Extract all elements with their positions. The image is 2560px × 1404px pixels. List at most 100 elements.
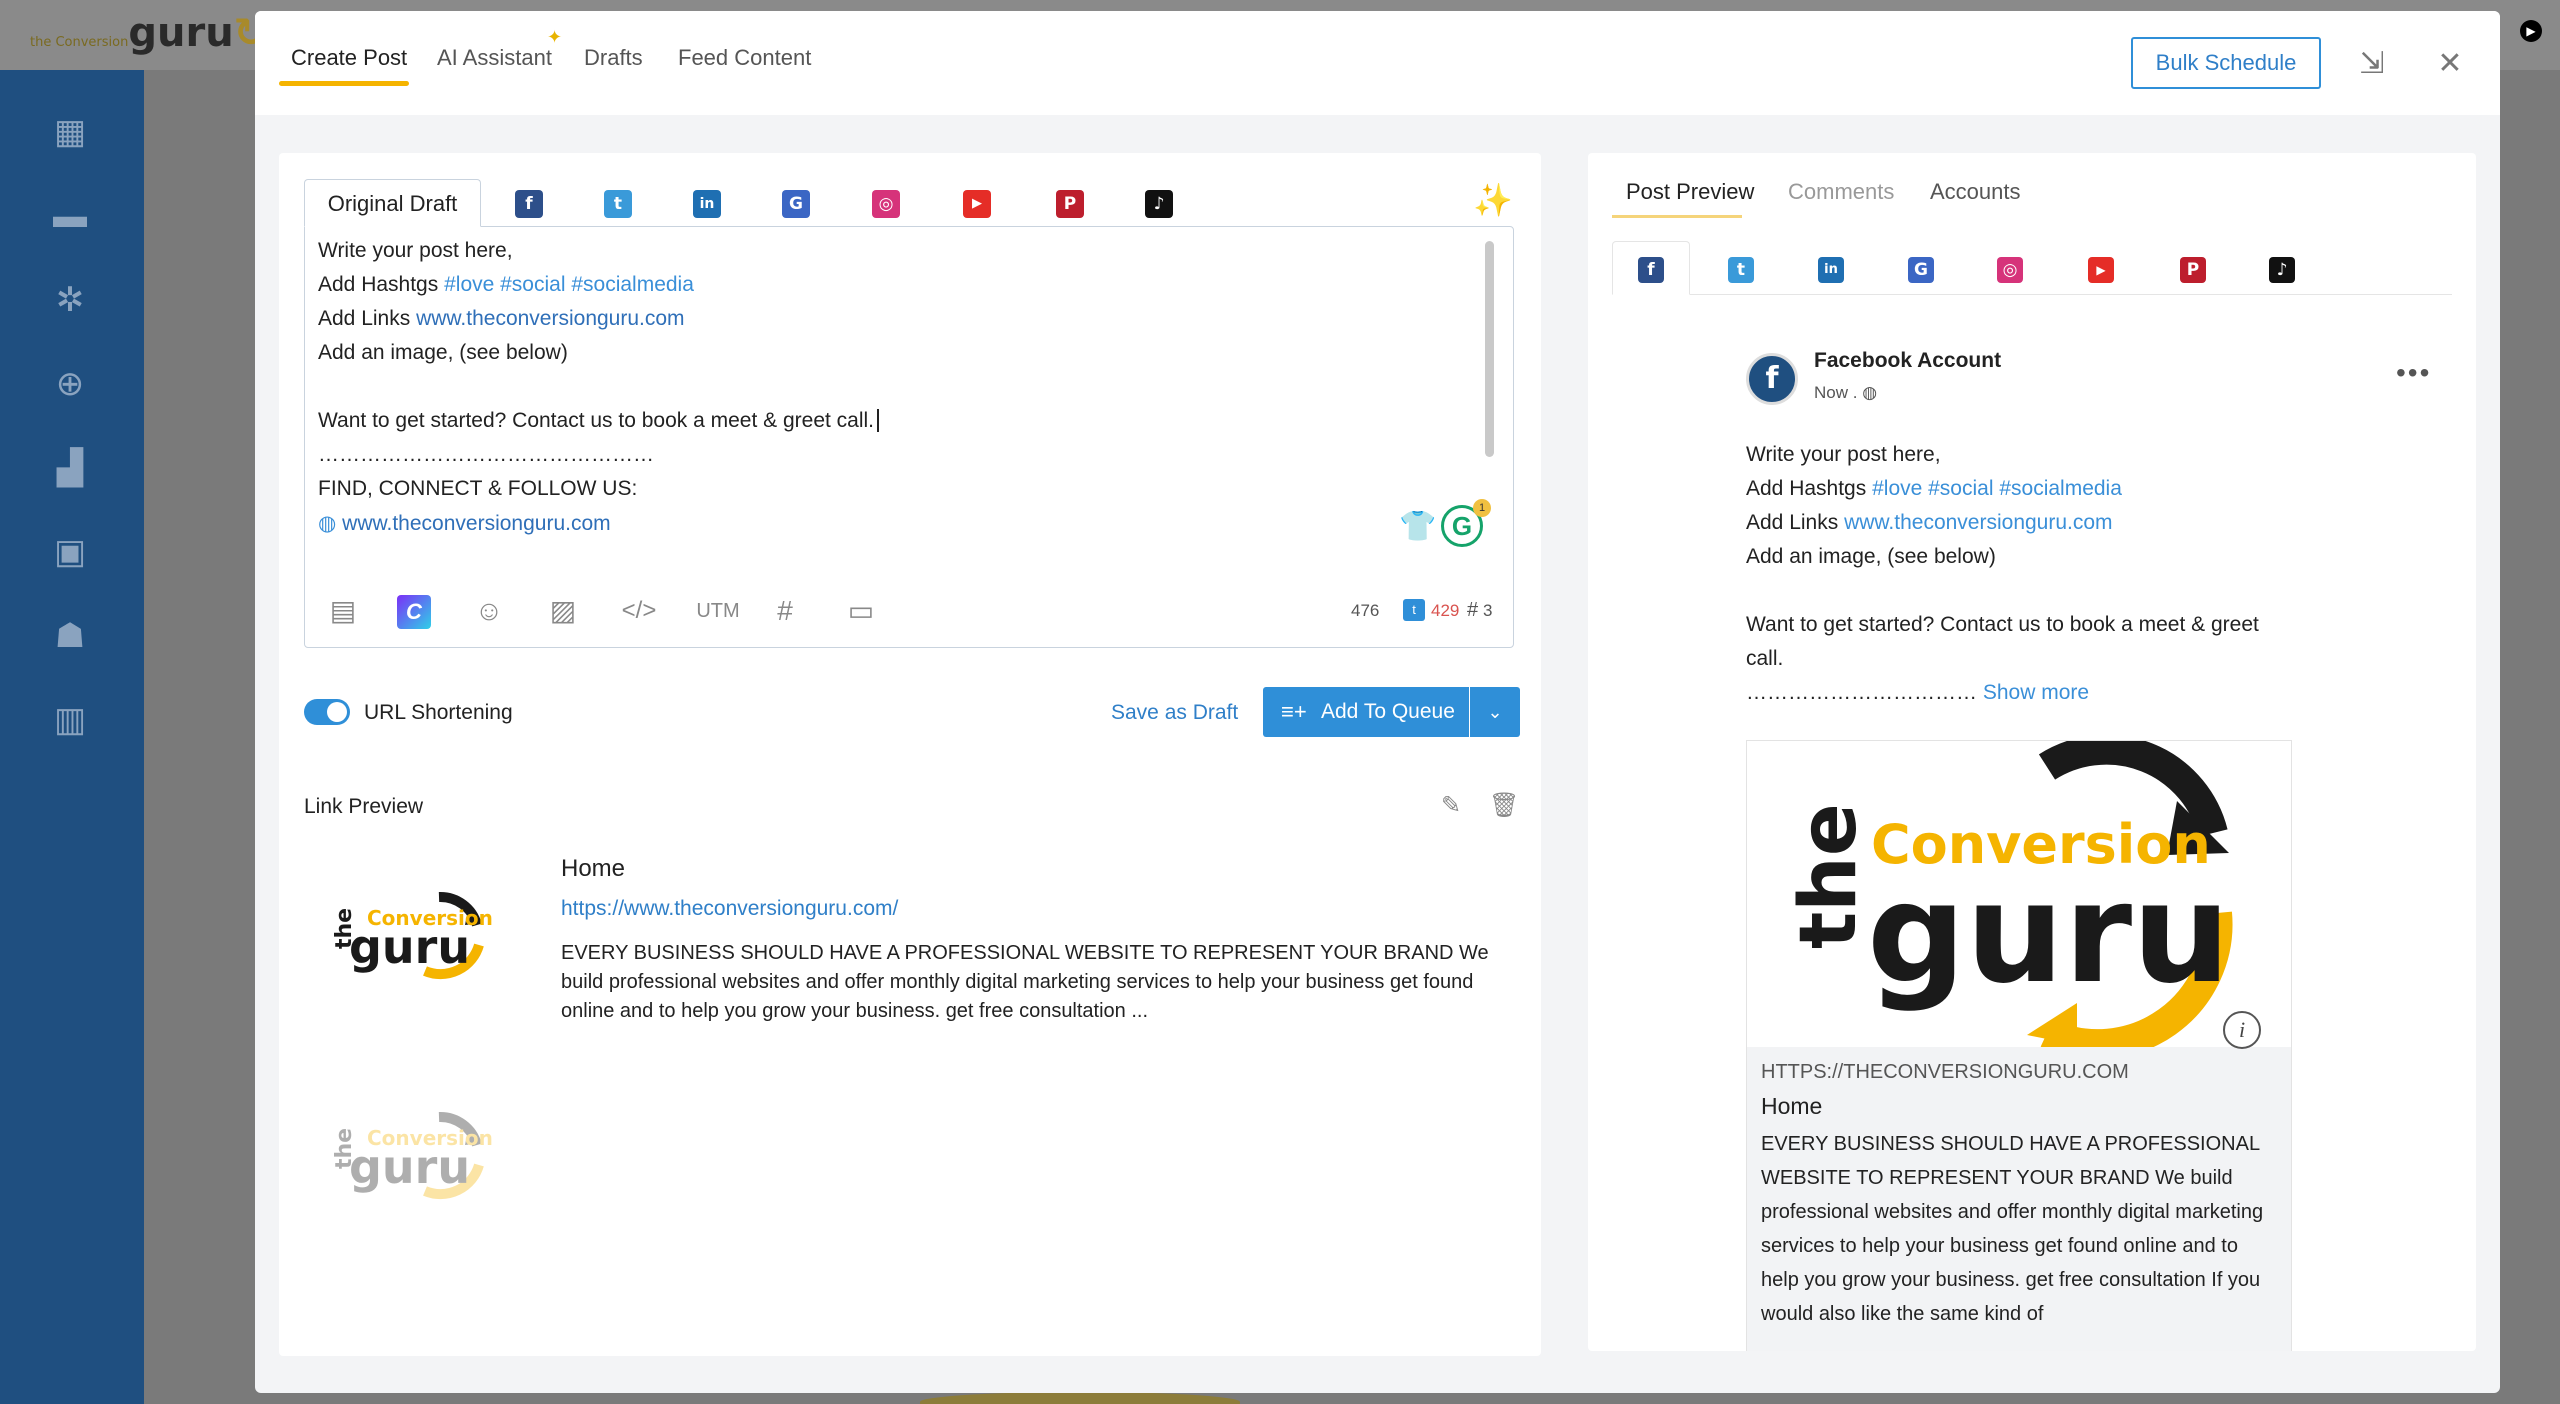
post-editor[interactable]: Write your post here, Add Hashtgs #love …	[304, 226, 1514, 648]
team-icon[interactable]: ☗	[48, 614, 92, 658]
url-shortening-label: URL Shortening	[364, 701, 513, 724]
linkedin-icon[interactable]: in	[693, 190, 721, 218]
facebook-icon[interactable]: f	[515, 190, 543, 218]
tab-ai-assistant[interactable]: AI Assistant	[437, 45, 552, 71]
twitter-icon[interactable]: t	[1728, 257, 1754, 283]
tab-create-post[interactable]: Create Post	[291, 45, 407, 71]
canva-icon[interactable]: C	[397, 595, 431, 629]
info-icon[interactable]: i	[2223, 1011, 2261, 1049]
preview-line: Write your post here,	[1746, 443, 1941, 466]
editor-line: Add Links www.theconversionguru.com	[318, 307, 685, 331]
url-shortening-toggle[interactable]	[304, 699, 350, 725]
emoji-icon[interactable]: ☺	[469, 591, 509, 631]
utm-button[interactable]: UTM	[693, 591, 743, 631]
instagram-icon[interactable]: ◎	[1997, 257, 2023, 283]
chat-icon[interactable]: ▬	[48, 194, 92, 238]
char-count-total: 476	[1351, 601, 1380, 620]
close-icon[interactable]: ✕	[2433, 47, 2467, 81]
tiktok-icon[interactable]: ♪	[1145, 190, 1173, 218]
tab-comments[interactable]: Comments	[1788, 179, 1894, 205]
youtube-icon[interactable]: ▶	[2088, 257, 2114, 283]
globe-icon: ◍	[318, 512, 337, 535]
preview-dots: ……………………………	[1746, 681, 1977, 704]
preview-line: call.	[1746, 647, 1784, 670]
tab-original-draft[interactable]: Original Draft	[304, 179, 481, 227]
tshirt-icon[interactable]: 👕	[1399, 509, 1436, 544]
more-options-icon[interactable]: •••	[2396, 357, 2431, 389]
editor-link[interactable]: www.theconversionguru.com	[416, 307, 684, 330]
image-upload-icon[interactable]: ▨	[543, 591, 583, 631]
post-time-text: Now .	[1814, 383, 1858, 402]
analytics-icon[interactable]: ▟	[48, 446, 92, 490]
network-icon[interactable]: ✲	[48, 278, 92, 322]
add-to-queue-label: Add To Queue	[1321, 700, 1455, 723]
editor-cta-text: Want to get started? Contact us to book …	[318, 409, 875, 432]
minimize-icon[interactable]: ⇲	[2355, 47, 2389, 81]
instagram-icon[interactable]: ◎	[872, 190, 900, 218]
char-count-twitter: 429	[1431, 601, 1460, 620]
editor-scrollbar[interactable]	[1485, 241, 1494, 457]
editor-line: ◍ www.theconversionguru.com	[318, 511, 611, 536]
tab-feed-content[interactable]: Feed Content	[678, 45, 811, 71]
links-label: Add Links	[318, 307, 411, 330]
youtube-icon[interactable]: ▶	[963, 190, 991, 218]
editor-line: …………………………………………	[318, 443, 654, 466]
link-preview-title: Link Preview	[304, 795, 424, 818]
media-library-icon[interactable]: ▤	[323, 591, 363, 631]
hashtags-text: #love #social #socialmedia	[1872, 477, 2122, 500]
link-preview-url[interactable]: https://www.theconversionguru.com/	[561, 897, 898, 921]
bulk-schedule-button[interactable]: Bulk Schedule	[2131, 37, 2321, 89]
app-logo[interactable]: the Conversionguru↻	[30, 10, 267, 56]
add-to-queue-button[interactable]: ≡+ Add To Queue	[1263, 687, 1469, 737]
twitter-icon[interactable]: t	[604, 190, 632, 218]
trash-icon[interactable]: 🗑	[1489, 791, 1519, 820]
google-business-icon[interactable]: G	[782, 190, 810, 218]
facebook-icon[interactable]: f	[1638, 257, 1664, 283]
inbox-icon[interactable]: ▣	[48, 530, 92, 574]
text-cursor	[877, 409, 885, 432]
logo-the-text: the	[1784, 803, 1874, 949]
library-icon[interactable]: ▥	[48, 698, 92, 742]
link-preview-home: Home	[561, 855, 626, 882]
create-post-modal: Create Post AI Assistant ✦ Drafts Feed C…	[255, 11, 2500, 1393]
preview-link[interactable]: www.theconversionguru.com	[1844, 511, 2112, 534]
link-preview-description: EVERY BUSINESS SHOULD HAVE A PROFESSIONA…	[561, 942, 1489, 1022]
pinterest-icon[interactable]: P	[2180, 257, 2206, 283]
preview-line: …………………………… Show more	[1746, 681, 2089, 705]
globe-icon: ◍	[1862, 383, 1878, 402]
hashtags-text[interactable]: #love #social #socialmedia	[444, 273, 694, 296]
queue-options-dropdown[interactable]: ⌄	[1470, 687, 1520, 737]
editor-link[interactable]: www.theconversionguru.com	[342, 512, 610, 535]
preview-line: Add an image, (see below)	[1746, 545, 1996, 568]
preview-line: Want to get started? Contact us to book …	[1746, 613, 2259, 636]
link-card[interactable]: the Conversion guru i HTTPS://THECONVERS…	[1746, 734, 2292, 1351]
dashboard-icon[interactable]: ▦	[48, 110, 92, 154]
editor-line: Want to get started? Contact us to book …	[318, 409, 885, 433]
pinterest-icon[interactable]: P	[1056, 190, 1084, 218]
logo-small-text: the Conversion	[30, 35, 129, 50]
edit-icon[interactable]: ✎	[1441, 791, 1461, 820]
code-icon[interactable]: </>	[617, 591, 661, 631]
hashtag-count-icon: #	[1467, 599, 1479, 621]
target-icon[interactable]: ⊕	[48, 362, 92, 406]
hashtags-label: Add Hashtgs	[1746, 477, 1867, 500]
template-icon[interactable]: ▭	[841, 591, 881, 631]
google-business-icon[interactable]: G	[1908, 257, 1934, 283]
logo-guru-text: guru	[349, 920, 470, 974]
save-as-draft-button[interactable]: Save as Draft	[1111, 701, 1238, 725]
tiktok-icon[interactable]: ♪	[2269, 257, 2295, 283]
link-card-title: Home	[1761, 1093, 1823, 1119]
grammarly-badge: 1	[1473, 499, 1491, 517]
ai-sparkle-icon: ✦	[547, 27, 563, 47]
tab-accounts[interactable]: Accounts	[1930, 179, 2021, 205]
ai-sparkle-icon[interactable]: ✨	[1473, 181, 1513, 219]
link-preview-thumbnail[interactable]: the Conversion guru	[319, 1083, 499, 1203]
tab-drafts[interactable]: Drafts	[584, 45, 643, 71]
linkedin-icon[interactable]: in	[1818, 257, 1844, 283]
play-icon[interactable]: ▶	[2520, 20, 2542, 42]
tab-post-preview[interactable]: Post Preview	[1626, 179, 1754, 205]
account-name: Facebook Account	[1814, 349, 2002, 372]
post-time: Now . ◍	[1814, 383, 1877, 403]
hashtag-icon[interactable]: #	[765, 591, 805, 631]
show-more-link[interactable]: Show more	[1983, 681, 2089, 704]
